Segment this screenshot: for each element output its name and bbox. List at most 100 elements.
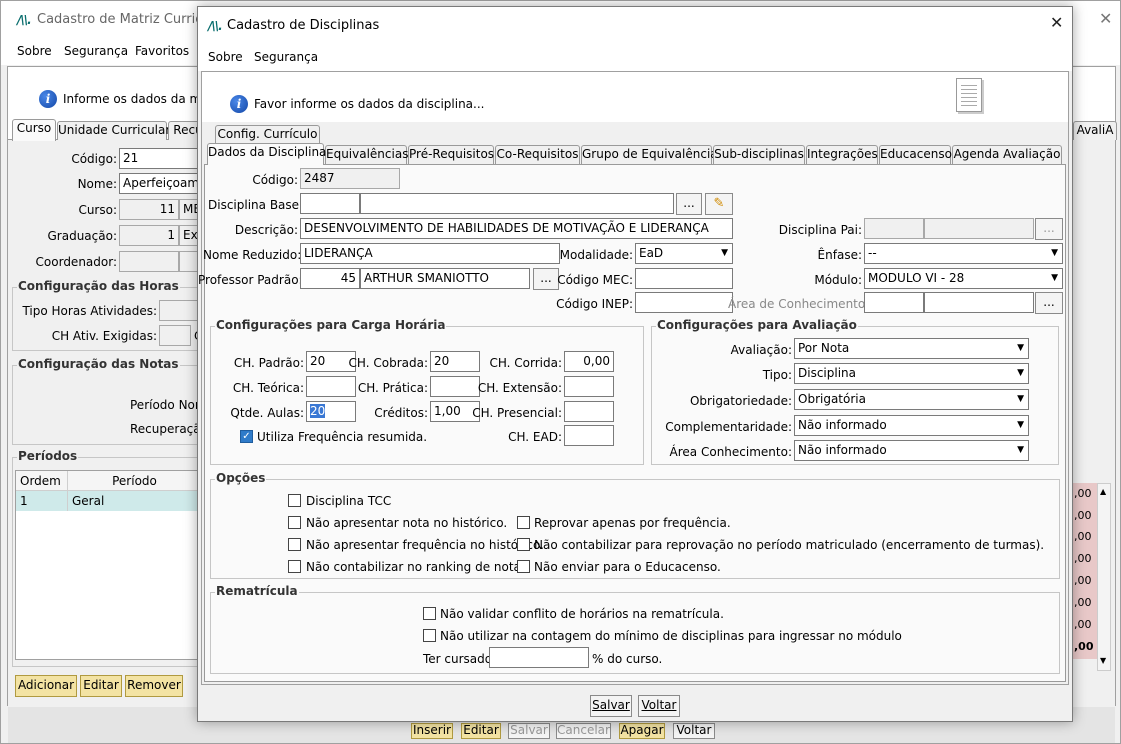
bg-menu-favoritos[interactable]: Favoritos bbox=[135, 44, 189, 58]
enfase-select[interactable]: -- ▼ bbox=[864, 243, 1063, 264]
bg-inserir-button[interactable]: Inserir bbox=[411, 723, 453, 739]
bg-remover-button[interactable]: Remover bbox=[125, 675, 183, 697]
rem-conflito-checkbox[interactable] bbox=[423, 607, 436, 620]
modalidade-select[interactable]: EaD ▼ bbox=[635, 243, 733, 264]
bg-coordenador-id[interactable] bbox=[119, 251, 179, 272]
opt-reprovacao-checkbox[interactable] bbox=[517, 538, 530, 551]
ter-cursado-field[interactable] bbox=[489, 647, 589, 668]
bg-ch-ativ-field[interactable] bbox=[159, 325, 191, 346]
area-conhecimento-search-button[interactable]: ... bbox=[1035, 292, 1063, 314]
bg-tab-curso[interactable]: Curso bbox=[12, 119, 56, 141]
complementaridade-select[interactable]: Não informado ▼ bbox=[794, 415, 1029, 436]
bg-footer-editar-button[interactable]: Editar bbox=[461, 723, 501, 739]
salvar-button[interactable]: Salvar bbox=[590, 695, 632, 717]
tab-pre-requisitos[interactable]: Pré-Requisitos bbox=[408, 145, 494, 164]
tab-dados-disciplina[interactable]: Dados da Disciplina bbox=[207, 143, 326, 165]
qtde-aulas-value: 20 bbox=[310, 404, 326, 418]
grid-header-ordem[interactable]: Ordem bbox=[16, 471, 68, 491]
opt-educacenso-checkbox[interactable] bbox=[517, 560, 530, 573]
bg-tab-unidade[interactable]: Unidade Curricular bbox=[57, 121, 170, 140]
tab-agenda-avaliacao[interactable]: Agenda Avaliação bbox=[952, 145, 1062, 164]
scroll-up-icon[interactable]: ▲ bbox=[1100, 487, 1106, 496]
tab-equivalencias[interactable]: Equivalências bbox=[325, 145, 408, 164]
ch-teorica-label: CH. Teórica: bbox=[232, 381, 304, 395]
rem-contagem-checkbox[interactable] bbox=[423, 629, 436, 642]
opt-nota-checkbox[interactable] bbox=[288, 516, 301, 529]
disciplina-base-search-button[interactable]: ... bbox=[676, 193, 702, 215]
bg-tipo-horas-field[interactable] bbox=[159, 300, 201, 321]
rem-conflito-label: Não validar conflito de horários na rema… bbox=[440, 607, 724, 621]
modulo-select[interactable]: MODULO VI - 28 ▼ bbox=[864, 268, 1063, 289]
bg-curso-id[interactable]: 11 bbox=[119, 199, 179, 220]
tab-integracoes[interactable]: Integrações bbox=[806, 145, 878, 164]
tipo-value: Disciplina bbox=[798, 366, 857, 380]
bg-tab-avalia[interactable]: AvaliA bbox=[1073, 121, 1117, 140]
bg-adicionar-button[interactable]: Adicionar bbox=[15, 675, 77, 697]
disciplina-base-id[interactable] bbox=[300, 193, 360, 214]
ch-extensao-field[interactable] bbox=[564, 376, 614, 397]
bg-apagar-button[interactable]: Apagar bbox=[619, 723, 665, 739]
rem-contagem-label: Não utilizar na contagem do mínimo de di… bbox=[440, 629, 902, 643]
tab-sub-disciplinas[interactable]: Sub-disciplinas bbox=[713, 145, 805, 164]
tab-grupo-equivalencia[interactable]: Grupo de Equivalência bbox=[581, 145, 718, 164]
area-select[interactable]: Não informado ▼ bbox=[794, 440, 1029, 461]
bg-notas-title: Configuração das Notas bbox=[17, 357, 180, 371]
ch-extensao-label: CH. Extensão: bbox=[477, 381, 562, 395]
bg-footer-voltar-button[interactable]: Voltar bbox=[673, 723, 715, 739]
bg-nome-field[interactable]: Aperfeiçoame bbox=[119, 173, 201, 194]
bg-footer-cancelar-button[interactable]: Cancelar bbox=[556, 723, 611, 739]
voltar-button[interactable]: Voltar bbox=[638, 695, 680, 717]
avaliacao-select[interactable]: Por Nota ▼ bbox=[794, 338, 1029, 359]
tab-config-curriculo[interactable]: Config. Currículo bbox=[215, 125, 320, 144]
ch-corrida-field[interactable]: 0,00 bbox=[564, 351, 614, 372]
codigo-mec-field[interactable] bbox=[635, 268, 733, 289]
bg-scrollbar[interactable]: ▲ ▼ bbox=[1097, 483, 1111, 671]
opt-ranking-checkbox[interactable] bbox=[288, 560, 301, 573]
table-row[interactable]: 1 Geral bbox=[16, 491, 202, 511]
codigo-mec-label: Código MEC: bbox=[557, 273, 633, 287]
pencil-icon: ✎ bbox=[713, 196, 725, 211]
area-conhecimento-id[interactable] bbox=[864, 292, 924, 313]
bg-info-icon: i bbox=[39, 90, 57, 108]
opt-freq-checkbox[interactable] bbox=[288, 538, 301, 551]
nome-reduzido-field[interactable]: LIDERANÇA bbox=[300, 243, 560, 264]
salvar-label: Salvar bbox=[592, 698, 630, 712]
disciplina-pai-id[interactable] bbox=[864, 218, 924, 239]
opt-reprovar-checkbox[interactable] bbox=[517, 516, 530, 529]
avaliacao-label: Avaliação: bbox=[730, 343, 792, 357]
bg-footer-salvar-button[interactable]: Salvar bbox=[508, 723, 550, 739]
codigo-field[interactable]: 2487 bbox=[300, 168, 400, 189]
bg-menu-sobre[interactable]: Sobre bbox=[17, 44, 52, 58]
disciplina-base-edit-button[interactable]: ✎ bbox=[705, 193, 733, 215]
dialog-close-icon[interactable]: ✕ bbox=[1050, 13, 1063, 32]
professor-name-field[interactable]: ARTHUR SMANIOTTO bbox=[360, 268, 530, 289]
utiliza-frequencia-checkbox[interactable]: ✓ bbox=[240, 430, 253, 443]
complementaridade-label: Complementaridade: bbox=[665, 420, 792, 434]
bg-codigo-field[interactable]: 21 bbox=[119, 148, 201, 169]
ch-cobrada-field[interactable]: 20 bbox=[430, 351, 480, 372]
ter-cursado-suffix: % do curso. bbox=[592, 652, 663, 666]
opt-tcc-checkbox[interactable] bbox=[288, 494, 301, 507]
tipo-select[interactable]: Disciplina ▼ bbox=[794, 363, 1029, 384]
dialog-menu-seguranca[interactable]: Segurança bbox=[254, 50, 318, 64]
tab-educacenso[interactable]: Educacenso bbox=[879, 145, 952, 164]
ch-presencial-field[interactable] bbox=[564, 401, 614, 422]
bg-editar-button[interactable]: Editar bbox=[80, 675, 122, 697]
opt-reprovacao-label: Não contabilizar para reprovação no perí… bbox=[534, 538, 1045, 552]
dialog-menu-sobre[interactable]: Sobre bbox=[208, 50, 243, 64]
opt-educacenso-label: Não enviar para o Educacenso. bbox=[534, 560, 721, 574]
descricao-field[interactable]: DESENVOLVIMENTO DE HABILIDADES DE MOTIVA… bbox=[300, 218, 733, 239]
bg-graduacao-id[interactable]: 1 bbox=[119, 225, 179, 246]
grid-header-periodo[interactable]: Período bbox=[68, 471, 202, 491]
bg-menu-seguranca[interactable]: Segurança bbox=[64, 44, 128, 58]
disciplina-pai-search-button[interactable]: ... bbox=[1035, 218, 1063, 240]
disciplina-base-name[interactable] bbox=[360, 193, 674, 214]
opt-ranking-label: Não contabilizar no ranking de notas. bbox=[306, 560, 531, 574]
obrigatoriedade-select[interactable]: Obrigatória ▼ bbox=[794, 389, 1029, 410]
professor-id-field[interactable]: 45 bbox=[300, 268, 360, 289]
bg-close-icon[interactable]: ✕ bbox=[1099, 9, 1112, 28]
codigo-inep-field[interactable] bbox=[635, 292, 733, 313]
scroll-down-icon[interactable]: ▼ bbox=[1100, 656, 1106, 665]
ch-ead-field[interactable] bbox=[564, 425, 614, 446]
tab-co-requisitos[interactable]: Co-Requisitos bbox=[495, 145, 580, 164]
